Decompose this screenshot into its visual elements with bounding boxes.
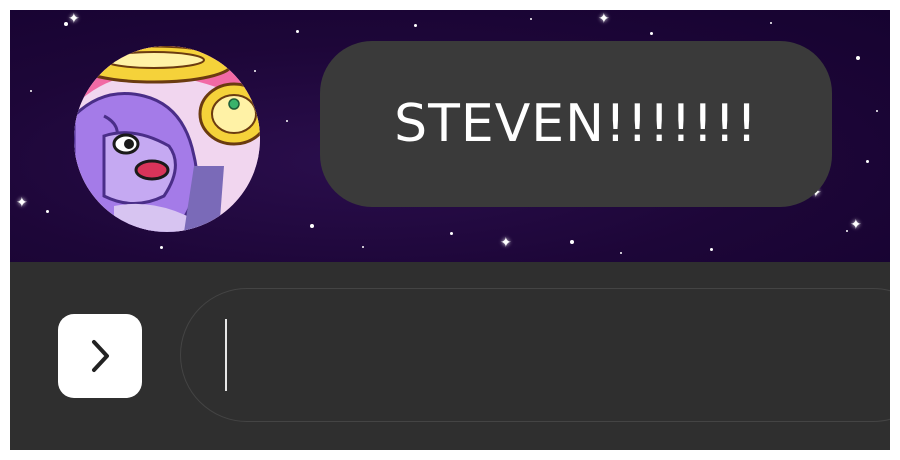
star — [286, 120, 288, 122]
sparkle: ✦ — [500, 235, 512, 251]
sparkle: ✦ — [598, 11, 610, 27]
chat-window: ✦ ✦ ✦ ✦ ✦ ✦ STEVEN!!!!!!! — [10, 10, 890, 450]
message-input-field[interactable] — [180, 288, 890, 422]
text-caret — [225, 319, 227, 391]
message-text: STEVEN!!!!!!! — [394, 94, 758, 154]
character-avatar-icon[interactable] — [74, 46, 260, 232]
star — [620, 252, 622, 254]
star — [650, 32, 653, 35]
star — [570, 240, 574, 244]
star — [856, 56, 860, 60]
star — [770, 22, 772, 24]
chevron-right-icon — [92, 340, 109, 372]
star — [296, 30, 299, 33]
expand-button[interactable] — [58, 314, 142, 398]
sparkle: ✦ — [68, 11, 80, 27]
star — [866, 160, 869, 163]
star — [160, 246, 163, 249]
message-bubble: STEVEN!!!!!!! — [320, 41, 832, 207]
sparkle: ✦ — [850, 217, 862, 233]
star — [30, 90, 32, 92]
star — [710, 248, 713, 251]
star — [362, 246, 364, 248]
composer-bar — [10, 262, 890, 450]
space-background: ✦ ✦ ✦ ✦ ✦ ✦ STEVEN!!!!!!! — [10, 10, 890, 262]
sparkle: ✦ — [16, 195, 28, 211]
star — [254, 70, 256, 72]
star — [450, 232, 453, 235]
star — [876, 110, 878, 112]
message-input[interactable] — [221, 289, 861, 421]
star — [46, 210, 49, 213]
star — [530, 18, 532, 20]
star — [414, 24, 417, 27]
star — [846, 230, 848, 232]
star — [310, 224, 314, 228]
avatar-illustration — [74, 46, 260, 232]
